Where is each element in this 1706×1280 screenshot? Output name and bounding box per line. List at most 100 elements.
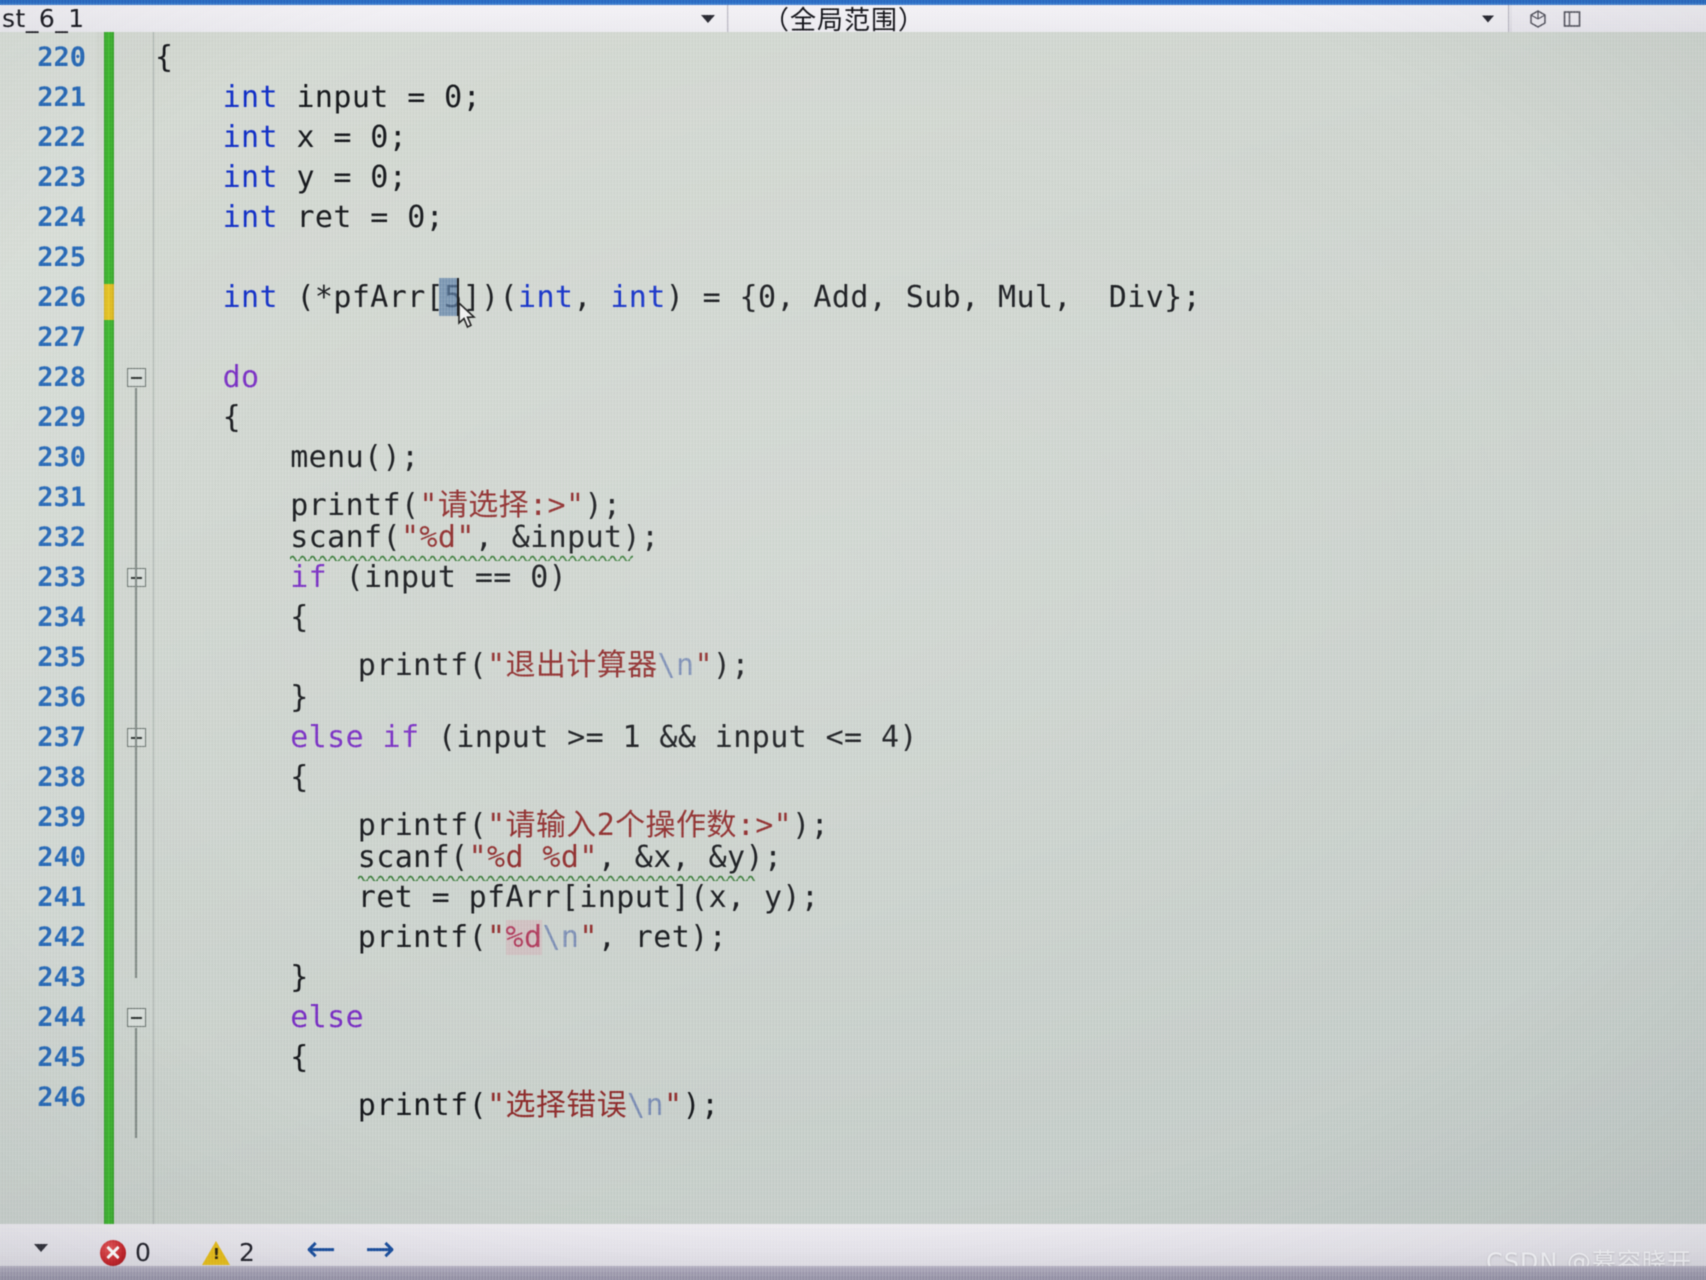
code-line[interactable]: int input = 0; bbox=[223, 80, 481, 115]
project-scope-combobox[interactable]: st_6_1 bbox=[0, 4, 728, 33]
code-token-punc: y = 0; bbox=[277, 160, 408, 195]
code-token-punc: ); bbox=[682, 1088, 720, 1123]
code-line[interactable]: int x = 0; bbox=[223, 120, 408, 155]
code-token-punc: (*pfArr[5])( bbox=[277, 280, 518, 315]
line-number: 230 bbox=[37, 442, 86, 473]
code-line[interactable]: printf("%d\n", ret); bbox=[358, 920, 727, 955]
fold-region-line bbox=[135, 1028, 137, 1138]
code-line[interactable]: printf("请选择:>"); bbox=[290, 480, 621, 524]
vs-editor-window: st_6_1 （全局范围） 220 221 222 223 224 225 22… bbox=[0, 0, 1706, 1280]
member-scope-combobox[interactable]: （全局范围） bbox=[729, 5, 1509, 36]
line-number: 221 bbox=[37, 82, 86, 113]
project-scope-label: st_6_1 bbox=[2, 4, 85, 33]
text-selection-highlight bbox=[439, 278, 458, 316]
fold-collapse-box[interactable] bbox=[127, 368, 146, 387]
code-line[interactable]: else if (input >= 1 && input <= 4) bbox=[290, 720, 918, 755]
code-token-punc: { bbox=[290, 600, 309, 635]
code-line[interactable]: { bbox=[223, 400, 241, 435]
code-line[interactable]: { bbox=[290, 760, 308, 795]
code-token-punc: menu(); bbox=[290, 440, 420, 475]
line-number: 228 bbox=[37, 362, 86, 393]
code-token-fmt: %d bbox=[505, 920, 543, 955]
error-count-label: 0 bbox=[135, 1238, 151, 1267]
code-token-esc: \n bbox=[627, 1088, 665, 1123]
code-line[interactable]: ret = pfArr[input](x, y); bbox=[358, 880, 820, 915]
member-scope-label: （全局范围） bbox=[763, 6, 926, 36]
fold-collapse-box[interactable] bbox=[127, 1008, 146, 1027]
code-token-punc: scanf( bbox=[357, 840, 469, 875]
warning-count-label: 2 bbox=[239, 1238, 255, 1267]
code-folding-gutter[interactable] bbox=[118, 32, 154, 1224]
code-line[interactable]: else bbox=[290, 1000, 364, 1035]
arrow-left-icon[interactable]: ← bbox=[306, 1232, 336, 1268]
code-line[interactable]: { bbox=[290, 1040, 308, 1075]
code-token-punc: ret = pfArr[input](x, y); bbox=[357, 880, 820, 915]
code-token-punc: x = 0; bbox=[277, 120, 408, 155]
line-number: 226 bbox=[37, 282, 86, 313]
code-token-punc: printf( bbox=[357, 1088, 488, 1123]
code-token-str: " bbox=[694, 648, 713, 683]
error-count-item[interactable]: 0 bbox=[100, 1238, 151, 1267]
line-number: 229 bbox=[37, 402, 86, 433]
code-token-kw2: do bbox=[222, 360, 260, 395]
line-number: 239 bbox=[37, 802, 86, 833]
fold-region-line bbox=[135, 588, 137, 698]
screen-bottom-bezel bbox=[0, 1266, 1706, 1280]
code-token-punc: { bbox=[155, 40, 174, 75]
code-token-punc: printf( bbox=[290, 488, 420, 523]
code-line[interactable]: menu(); bbox=[290, 440, 419, 475]
code-line[interactable]: do bbox=[223, 360, 260, 395]
code-token-esc: \n bbox=[657, 648, 695, 683]
code-token-punc: printf( bbox=[357, 648, 488, 683]
line-number: 232 bbox=[37, 522, 86, 553]
changebar-saved-segment-top bbox=[104, 32, 114, 284]
code-line[interactable]: printf("请输入2个操作数:>"); bbox=[358, 800, 829, 844]
code-text-area[interactable]: {int input = 0; int x = 0; int y = 0; int r… bbox=[155, 32, 1706, 1224]
change-tracking-bar bbox=[104, 32, 114, 1224]
code-token-kw: int bbox=[222, 120, 278, 155]
line-number: 241 bbox=[37, 882, 86, 913]
changebar-saved-segment-bottom bbox=[104, 320, 114, 1224]
code-line[interactable]: int (*pfArr[5])(int, int) = {0, Add, Sub… bbox=[223, 280, 1202, 315]
navigate-forward-button[interactable]: → bbox=[365, 1232, 395, 1268]
line-number-gutter: 220 221 222 223 224 225 226 227 228 229 230 231 232 2… bbox=[0, 32, 96, 1224]
code-token-str: "请输入2个操作数:>" bbox=[487, 808, 793, 843]
code-token-kw: int bbox=[517, 280, 574, 315]
code-line[interactable]: printf("退出计算器\n"); bbox=[358, 640, 750, 684]
code-line[interactable]: scanf("%d", &input); bbox=[290, 520, 659, 555]
line-number: 227 bbox=[37, 322, 86, 353]
code-token-punc: , &x, &y); bbox=[597, 840, 783, 875]
code-token-punc: ); bbox=[712, 648, 750, 683]
code-token-str: "选择错误 bbox=[487, 1088, 628, 1123]
code-line[interactable]: int ret = 0; bbox=[223, 200, 445, 235]
code-line[interactable]: } bbox=[290, 960, 308, 995]
code-line[interactable]: scanf("%d %d", &x, &y); bbox=[358, 840, 783, 875]
line-number: 222 bbox=[37, 122, 86, 153]
line-number: 242 bbox=[37, 922, 86, 953]
code-token-punc: (input == 0) bbox=[327, 560, 568, 595]
code-token-str: "请选择:>" bbox=[419, 488, 585, 523]
line-number: 233 bbox=[37, 562, 86, 593]
code-line[interactable]: { bbox=[155, 40, 173, 75]
cube-icon[interactable] bbox=[1528, 9, 1548, 29]
code-line[interactable]: { bbox=[290, 600, 308, 635]
code-line[interactable]: if (input == 0) bbox=[290, 560, 567, 595]
warning-count-item[interactable]: 2 bbox=[202, 1238, 255, 1267]
code-line[interactable]: int y = 0; bbox=[223, 160, 408, 195]
changebar-unsaved-segment bbox=[104, 284, 114, 320]
line-number: 246 bbox=[37, 1082, 86, 1113]
line-number: 235 bbox=[37, 642, 86, 673]
code-line[interactable]: printf("选择错误\n"); bbox=[358, 1080, 720, 1124]
chevron-down-icon[interactable] bbox=[701, 14, 715, 23]
chevron-down-icon[interactable] bbox=[34, 1244, 48, 1252]
navigate-backward-button[interactable]: ← bbox=[306, 1232, 336, 1268]
code-token-kw2: else bbox=[290, 1000, 365, 1035]
code-token-punc: , bbox=[573, 280, 611, 315]
panel-icon[interactable] bbox=[1562, 9, 1582, 29]
chevron-down-icon[interactable] bbox=[1482, 15, 1494, 22]
code-editor-surface[interactable]: 220 221 222 223 224 225 226 227 228 229 230 231 232 2… bbox=[0, 32, 1706, 1224]
code-token-punc: ) = {0, Add, Sub, Mul, Div}; bbox=[665, 280, 1202, 315]
code-line[interactable]: } bbox=[290, 680, 308, 715]
code-token-punc: } bbox=[290, 680, 309, 715]
arrow-right-icon[interactable]: → bbox=[365, 1232, 395, 1268]
